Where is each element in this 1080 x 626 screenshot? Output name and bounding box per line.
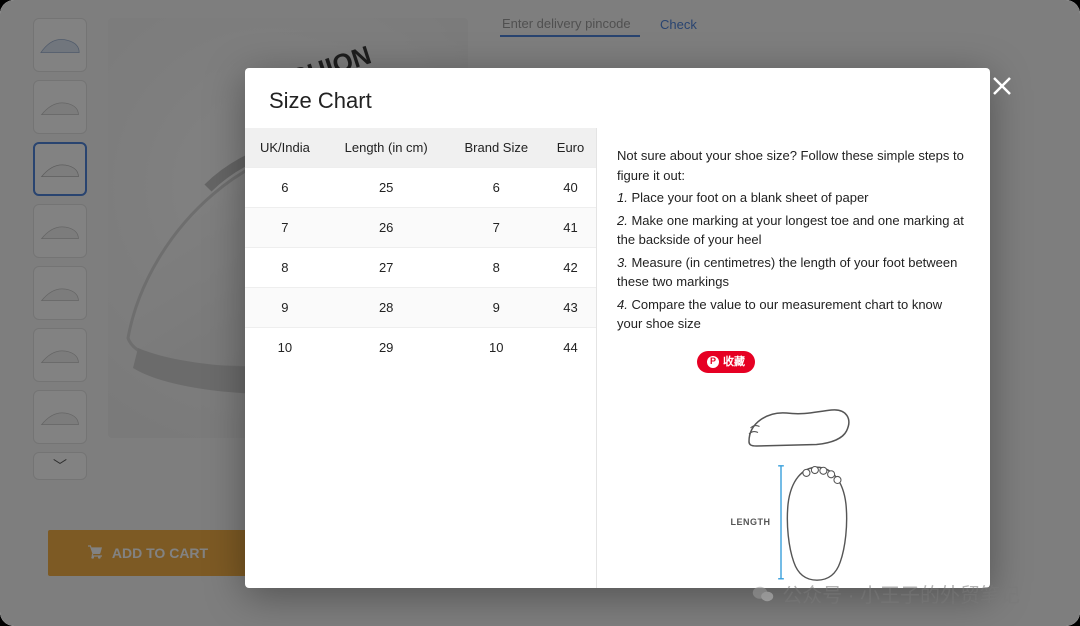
table-row: 625640 — [245, 168, 596, 208]
size-chart-modal: Size Chart UK/India Length (in cm) Brand… — [245, 68, 990, 588]
col-uk-india: UK/India — [245, 128, 325, 168]
col-brand-size: Brand Size — [448, 128, 546, 168]
pinterest-save-badge[interactable]: P 收藏 — [697, 351, 755, 374]
foot-side-diagram — [734, 379, 854, 459]
length-label: LENGTH — [731, 516, 771, 530]
size-chart-table: UK/India Length (in cm) Brand Size Euro … — [245, 128, 597, 588]
watermark: 公众号 · 小王子的外贸笔记 — [752, 579, 1020, 608]
modal-title: Size Chart — [245, 68, 990, 128]
foot-bottom-diagram — [777, 463, 857, 583]
table-header-row: UK/India Length (in cm) Brand Size Euro — [245, 128, 596, 168]
size-instructions: Not sure about your shoe size? Follow th… — [597, 128, 990, 588]
col-length: Length (in cm) — [325, 128, 448, 168]
table-row: 726741 — [245, 208, 596, 248]
watermark-text: 公众号 · 小王子的外贸笔记 — [782, 579, 1020, 608]
col-euro: Euro — [545, 128, 596, 168]
pin-badge-label: 收藏 — [723, 354, 745, 371]
table-row: 10291044 — [245, 328, 596, 368]
close-modal-button[interactable] — [988, 74, 1016, 102]
pinterest-icon: P — [707, 356, 719, 368]
wechat-icon — [752, 585, 774, 603]
instructions-intro: Not sure about your shoe size? Follow th… — [617, 146, 970, 185]
close-icon — [990, 74, 1014, 103]
table-row: 928943 — [245, 288, 596, 328]
table-row: 827842 — [245, 248, 596, 288]
